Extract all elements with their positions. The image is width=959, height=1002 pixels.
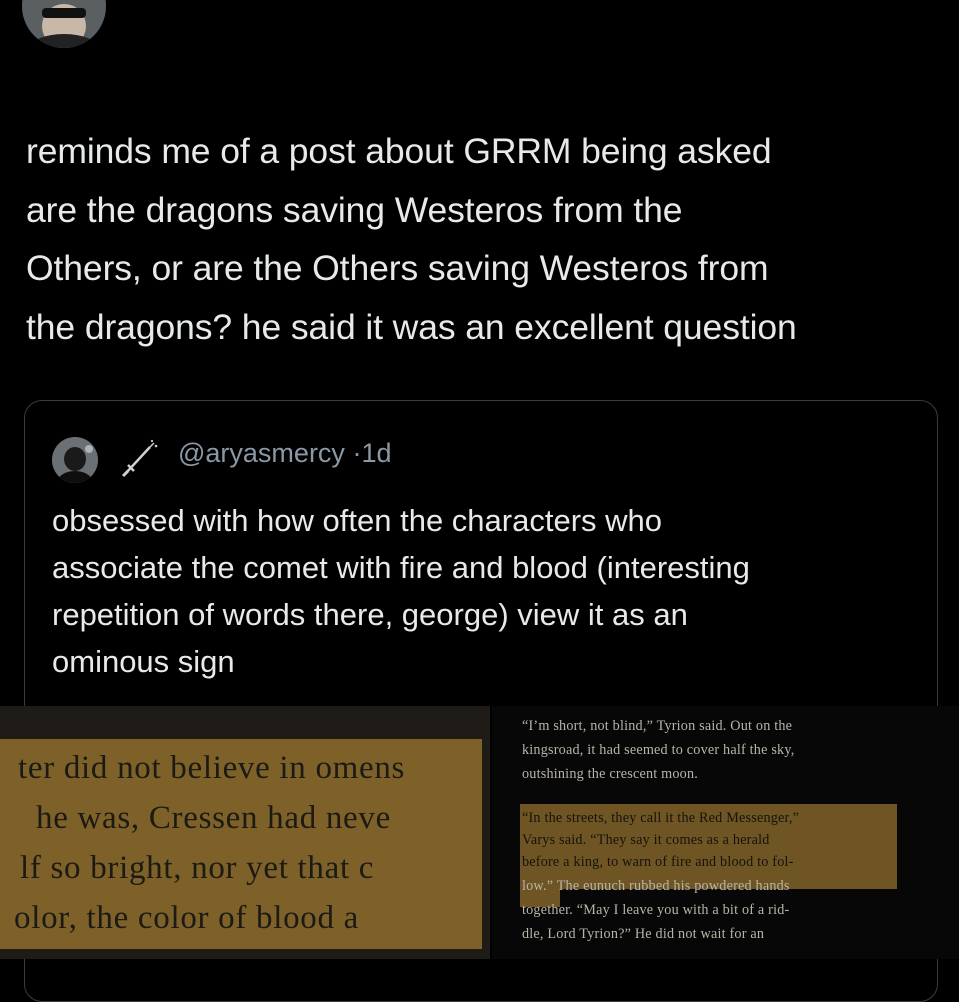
quoted-user-meta: @aryasmercy ·1d xyxy=(178,438,392,469)
tweet-line: are the dragons saving Westeros from the xyxy=(26,189,683,230)
book-line: “In the streets, they call it the Red Me… xyxy=(522,810,800,826)
quoted-timestamp[interactable]: 1d xyxy=(361,438,391,468)
avatar-image xyxy=(22,0,106,48)
book-line: Varys said. “They say it comes as a hera… xyxy=(522,832,770,848)
book-line: ter did not believe in omens xyxy=(18,750,406,786)
book-line: he was, Cressen had neve xyxy=(36,800,391,836)
book-line: before a king, to warn of fire and blood… xyxy=(522,854,794,870)
book-line: lf so bright, nor yet that c xyxy=(20,850,375,886)
quote-line: obsessed with how often the characters w… xyxy=(52,503,663,538)
tweet-line: Others, or are the Others saving Westero… xyxy=(26,248,769,288)
book-line: “I’m short, not blind,” Tyrion said. Out… xyxy=(522,718,793,734)
quote-line: repetition of words there, george) view … xyxy=(52,597,688,632)
quoted-tweet-text: obsessed with how often the characters w… xyxy=(52,497,932,685)
book-page-photo-right[interactable]: “I’m short, not blind,” Tyrion said. Out… xyxy=(492,706,959,959)
book-line: dle, Lord Tyrion?” He did not wait for a… xyxy=(522,926,765,942)
tweet-text: reminds me of a post about GRRM being as… xyxy=(26,122,941,356)
book-line: outshining the crescent moon. xyxy=(522,766,699,782)
book-page-photo-left[interactable]: ter did not believe in omens he was, Cre… xyxy=(0,706,490,959)
book-line: olor, the color of blood a xyxy=(14,900,359,936)
book-line: together. “May I leave you with a bit of… xyxy=(522,902,790,918)
tweet-line: reminds me of a post about GRRM being as… xyxy=(26,131,772,171)
sword-icon xyxy=(121,439,158,478)
user-avatar[interactable] xyxy=(22,0,106,48)
quoted-handle[interactable]: @aryasmercy xyxy=(178,438,345,468)
quoted-user-avatar[interactable] xyxy=(52,437,98,483)
book-line: kingsroad, it had seemed to cover half t… xyxy=(522,742,795,758)
quote-line: ominous sign xyxy=(52,644,235,679)
quote-line: associate the comet with fire and blood … xyxy=(52,550,750,585)
book-line: low.” The eunuch rubbed his powdered han… xyxy=(522,878,790,894)
tweet-line: the dragons? he said it was an excellent… xyxy=(26,306,797,347)
quoted-avatar-image xyxy=(52,437,98,483)
